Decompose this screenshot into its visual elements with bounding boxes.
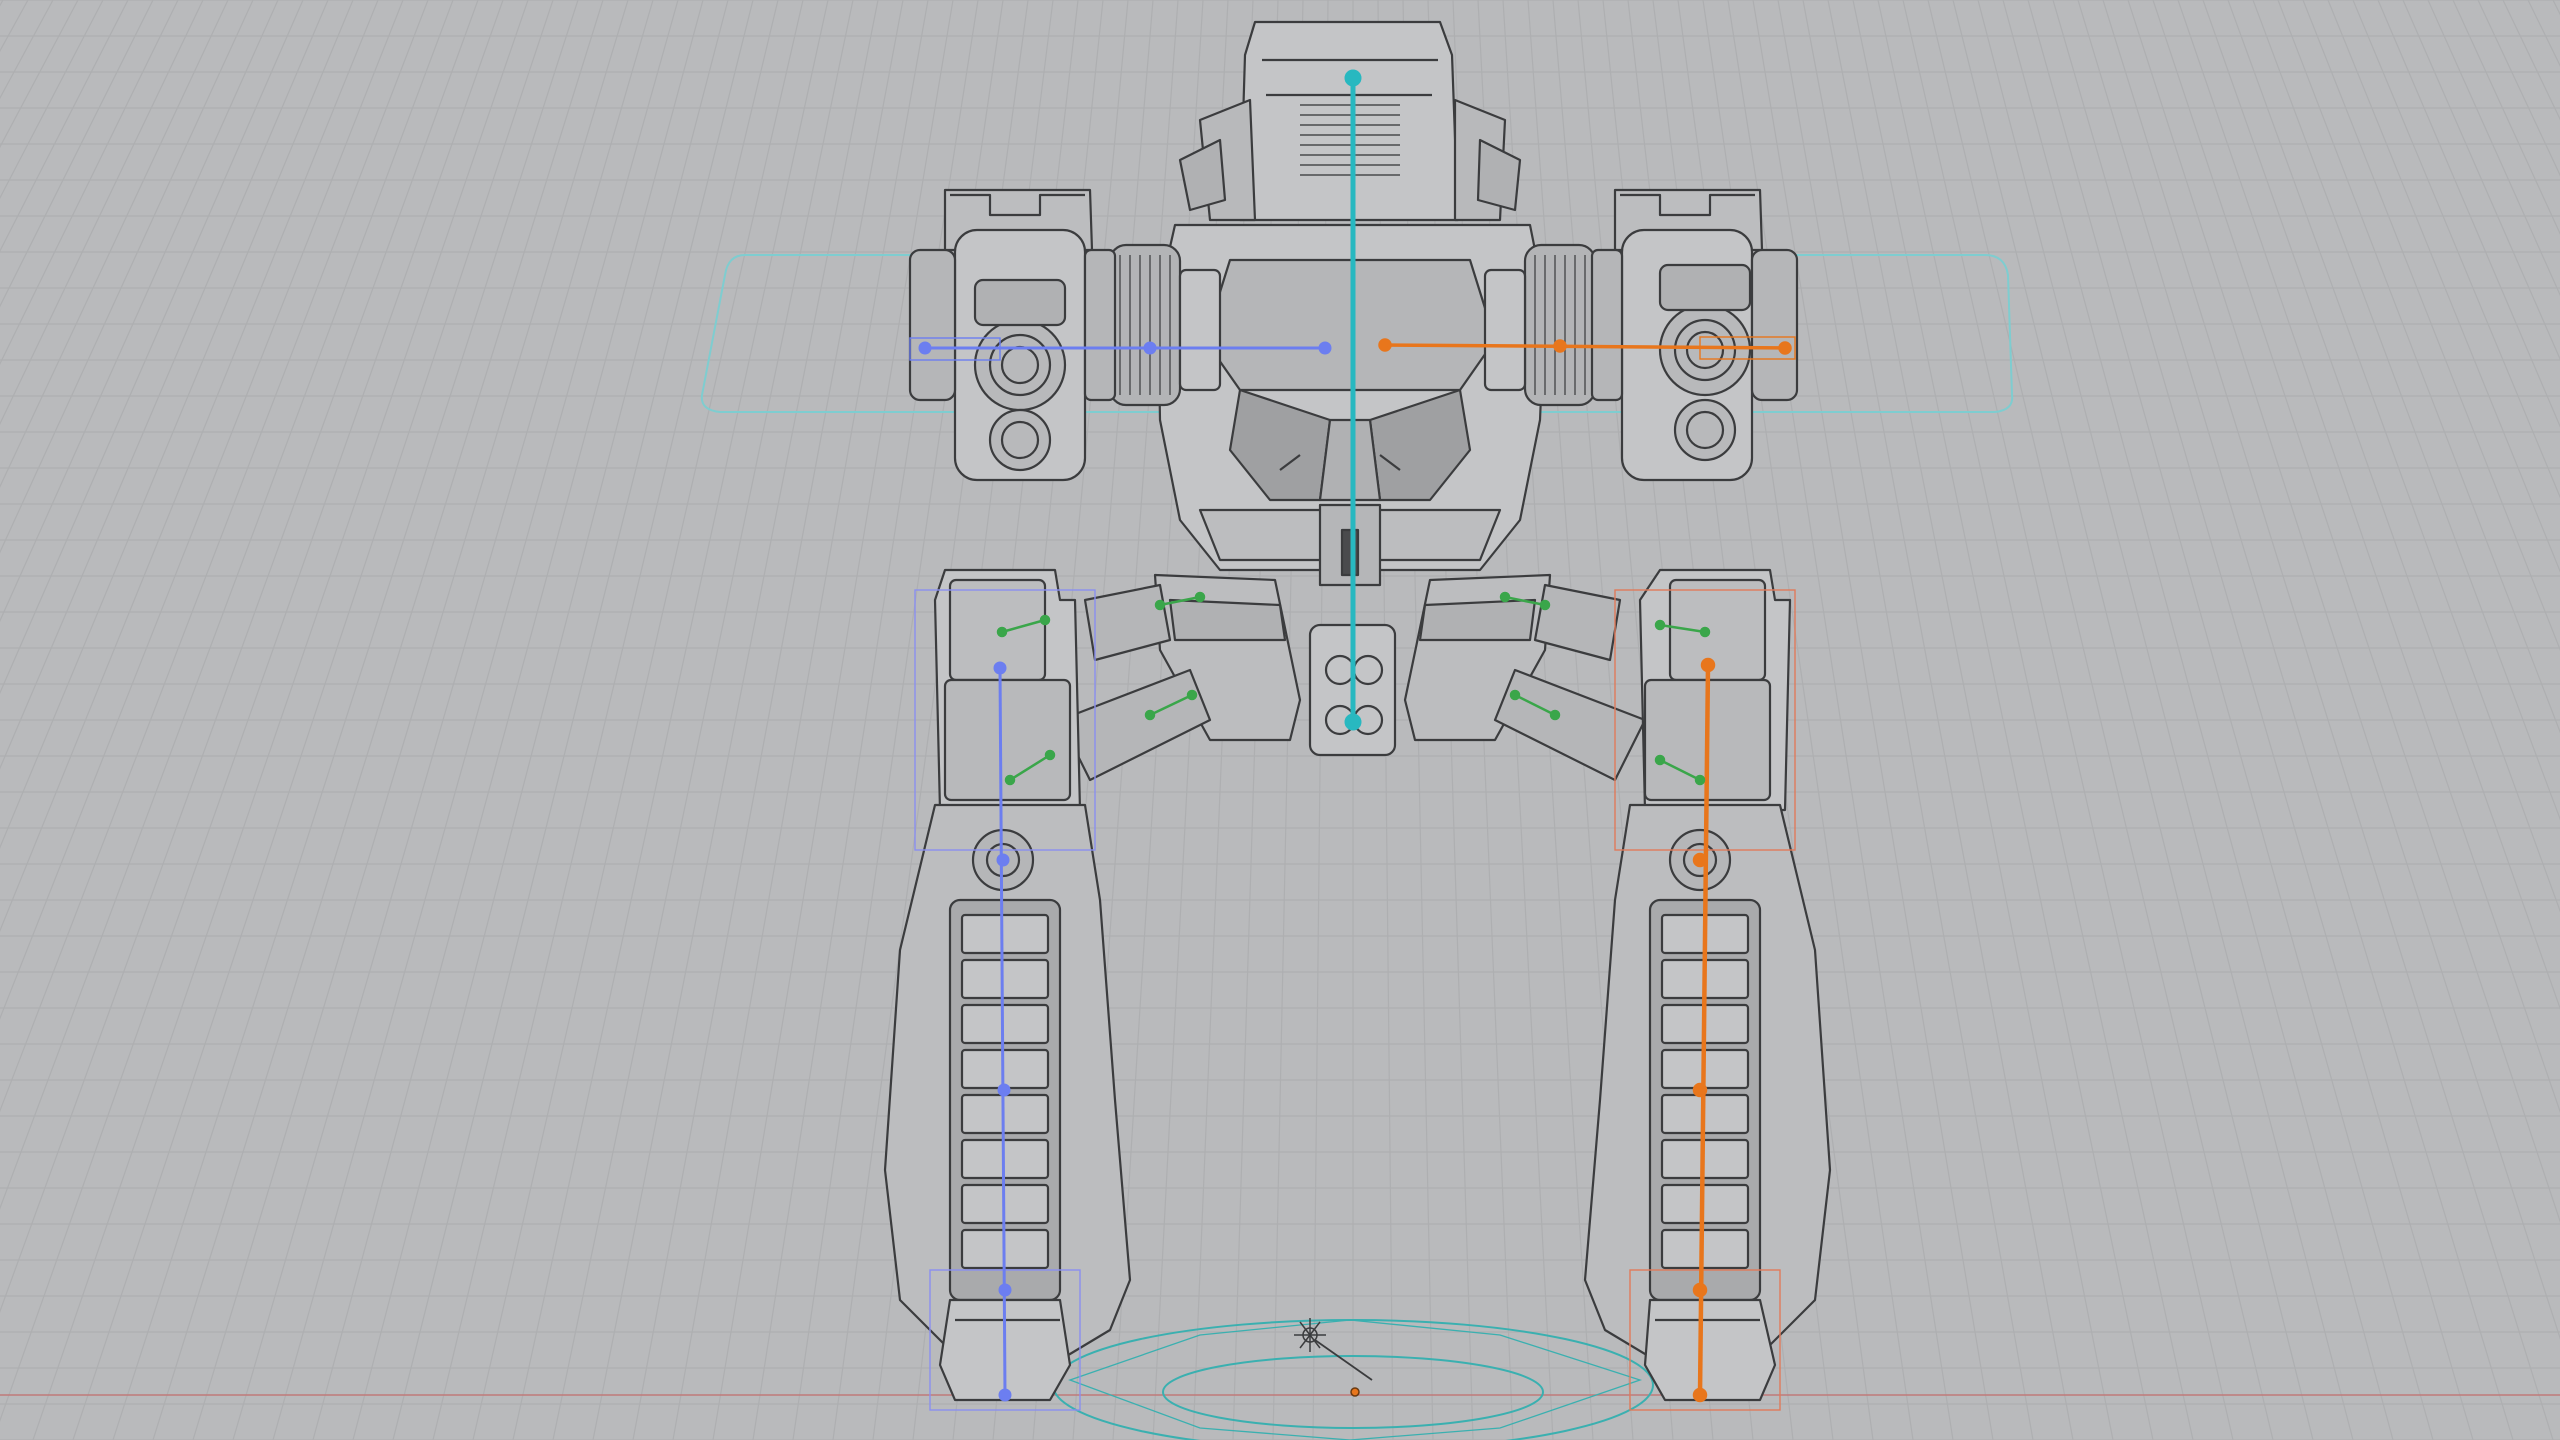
right-arm-pod[interactable] — [908, 188, 1117, 482]
mech-walker-mesh[interactable] — [883, 20, 1832, 1402]
left-shoulder-joint[interactable] — [1483, 243, 1597, 407]
viewport-canvas[interactable] — [0, 0, 2560, 1440]
right-shoulder-joint[interactable] — [1108, 243, 1222, 407]
right-leg[interactable] — [883, 568, 1132, 1402]
3d-viewport[interactable] — [0, 0, 2560, 1440]
mech-head[interactable] — [1178, 20, 1522, 222]
